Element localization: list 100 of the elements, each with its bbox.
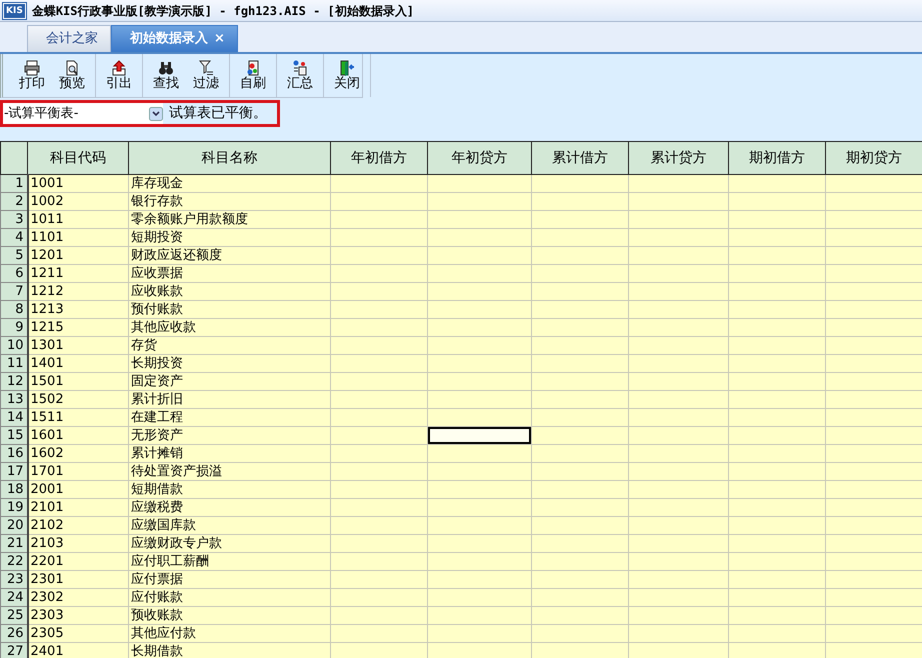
table-cell[interactable] [728,480,826,498]
table-cell[interactable] [532,336,628,354]
table-cell[interactable] [428,228,532,246]
table-cell[interactable] [728,354,826,372]
table-cell[interactable] [330,606,428,624]
table-cell[interactable] [330,246,428,264]
table-cell[interactable] [826,246,922,264]
table-cell[interactable] [826,264,922,282]
table-cell[interactable] [532,570,628,588]
table-cell[interactable] [728,462,826,480]
table-cell[interactable] [628,336,728,354]
table-cell[interactable] [330,192,428,210]
table-cell[interactable] [428,516,532,534]
table-cell[interactable] [826,192,922,210]
table-cell[interactable] [628,516,728,534]
table-cell[interactable] [532,606,628,624]
table-cell[interactable] [628,480,728,498]
table-cell[interactable] [728,570,826,588]
table-cell[interactable] [728,318,826,336]
table-cell[interactable] [330,318,428,336]
table-cell[interactable] [532,642,628,658]
table-cell[interactable] [532,192,628,210]
table-cell[interactable] [330,534,428,552]
table-cell[interactable] [428,318,532,336]
table-cell[interactable] [330,516,428,534]
table-cell[interactable] [532,372,628,390]
table-cell[interactable] [628,192,728,210]
table-cell[interactable] [628,300,728,318]
table-cell[interactable] [330,588,428,606]
toolbar-button[interactable]: 查找 [146,54,186,97]
table-cell[interactable] [628,552,728,570]
table-cell[interactable] [826,498,922,516]
table-cell[interactable] [826,624,922,642]
table-cell[interactable] [428,354,532,372]
table-cell[interactable] [428,588,532,606]
table-cell[interactable] [330,570,428,588]
table-cell[interactable] [428,444,532,462]
table-cell[interactable] [330,210,428,228]
table-cell[interactable] [532,534,628,552]
table-cell[interactable] [826,174,922,192]
table-cell[interactable] [532,516,628,534]
table-cell[interactable] [428,282,532,300]
table-cell[interactable] [628,534,728,552]
table-cell[interactable] [826,318,922,336]
table-cell[interactable] [532,624,628,642]
table-cell[interactable] [628,282,728,300]
table-cell[interactable] [428,336,532,354]
table-cell[interactable] [826,534,922,552]
table-cell[interactable] [330,498,428,516]
table-cell[interactable] [532,498,628,516]
table-cell[interactable] [428,534,532,552]
table-cell[interactable] [330,444,428,462]
table-cell[interactable] [826,516,922,534]
table-cell[interactable] [532,300,628,318]
table-cell[interactable] [532,210,628,228]
table-cell[interactable] [532,444,628,462]
table-cell[interactable] [728,210,826,228]
table-cell[interactable] [728,588,826,606]
table-cell[interactable] [532,174,628,192]
table-cell[interactable] [728,282,826,300]
table-cell[interactable] [532,354,628,372]
table-cell[interactable] [532,390,628,408]
table-cell[interactable] [628,588,728,606]
table-cell[interactable] [826,642,922,658]
table-cell[interactable] [826,408,922,426]
table-cell[interactable] [728,300,826,318]
table-cell[interactable] [628,606,728,624]
table-cell[interactable] [728,426,826,444]
table-cell[interactable] [532,318,628,336]
toolbar-button[interactable]: 自刷 [233,54,273,97]
table-cell[interactable] [826,606,922,624]
table-cell[interactable] [826,480,922,498]
table-cell[interactable] [428,552,532,570]
table-cell[interactable] [330,426,428,444]
table-cell[interactable] [826,354,922,372]
table-cell[interactable] [330,354,428,372]
table-cell[interactable] [728,624,826,642]
table-cell[interactable] [826,444,922,462]
toolbar-button[interactable]: 过滤 [186,54,226,97]
table-cell[interactable] [428,390,532,408]
table-cell[interactable] [826,390,922,408]
table-cell[interactable] [532,408,628,426]
report-dropdown[interactable]: -试算平衡表- [3,103,163,124]
table-cell[interactable] [826,228,922,246]
table-cell[interactable] [428,246,532,264]
table-cell[interactable] [826,588,922,606]
table-cell[interactable] [532,246,628,264]
toolbar-button[interactable]: 预览 [52,54,92,97]
table-cell[interactable] [330,390,428,408]
table-cell[interactable] [728,192,826,210]
table-cell[interactable] [628,426,728,444]
table-cell[interactable] [628,372,728,390]
table-cell[interactable] [826,336,922,354]
toolbar-button[interactable]: 汇总 [280,54,320,97]
table-cell[interactable] [728,642,826,658]
table-cell[interactable] [728,174,826,192]
toolbar-button[interactable]: 引出 [99,54,139,97]
table-cell[interactable] [628,264,728,282]
table-cell[interactable] [330,552,428,570]
table-cell[interactable] [532,228,628,246]
